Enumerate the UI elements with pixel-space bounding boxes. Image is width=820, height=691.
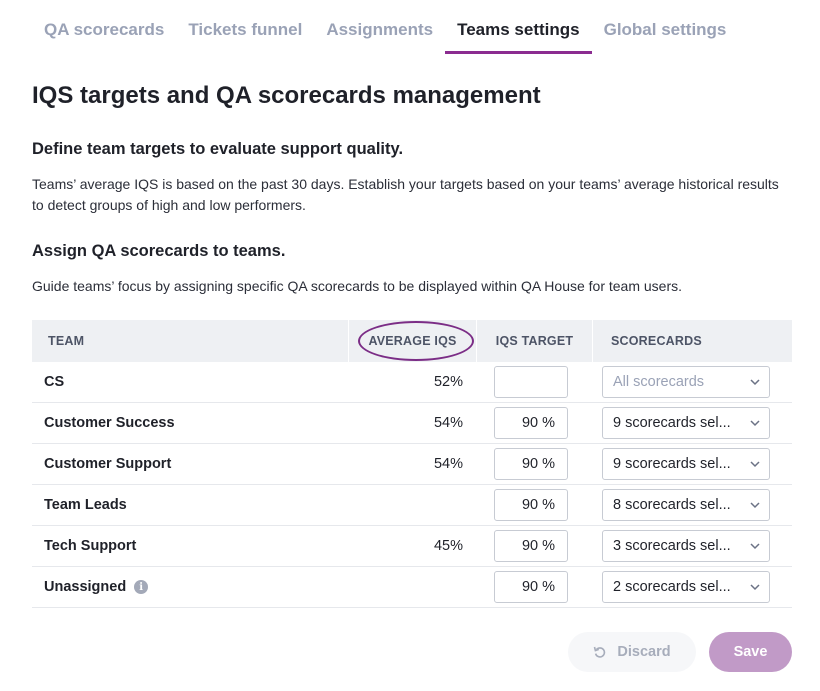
team-name: CS [44,374,65,390]
scorecards-select-value: 2 scorecards sel... [613,579,731,595]
chevron-down-icon [750,502,760,509]
team-name: Team Leads [44,497,127,513]
scorecards-select[interactable]: 2 scorecards sel... [602,571,770,603]
tab-bar: QA scorecards Tickets funnel Assignments… [32,0,738,54]
scorecards-select[interactable]: All scorecards [602,366,770,398]
teams-table: TEAM AVERAGE IQS IQS TARGET SCORECARDS C… [32,320,792,608]
table-row: Team Leads 90 % 8 scorecards sel... [32,485,792,526]
iqs-target-input[interactable]: 90 % [494,489,568,521]
page-title: IQS targets and QA scorecards management [32,82,541,109]
table-row: Customer Success 54% 90 % 9 scorecards s… [32,403,792,444]
table-row: CS 52% All scorecards [32,362,792,403]
scorecards-select-value: All scorecards [613,374,705,390]
header-team: TEAM [48,334,85,348]
iqs-target-input[interactable] [494,366,568,398]
chevron-down-icon [750,543,760,550]
chevron-down-icon [750,584,760,591]
team-name: Tech Support [44,538,137,554]
discard-label: Discard [617,644,671,660]
header-scorecards: SCORECARDS [592,320,792,362]
iqs-target-input[interactable]: 90 % [494,407,568,439]
table-row: Tech Support 45% 90 % 3 scorecards sel..… [32,526,792,567]
header-average-iqs: AVERAGE IQS [348,320,476,362]
average-iqs-value: 52% [433,374,463,390]
scorecards-select[interactable]: 3 scorecards sel... [602,530,770,562]
section-heading-targets: Define team targets to evaluate support … [32,140,404,158]
tab-tickets-funnel[interactable]: Tickets funnel [176,0,314,54]
chevron-down-icon [750,379,760,386]
chevron-down-icon [750,420,760,427]
tab-assignments[interactable]: Assignments [314,0,445,54]
chevron-down-icon [750,461,760,468]
table-header: TEAM AVERAGE IQS IQS TARGET SCORECARDS [32,320,792,362]
section-heading-scorecards: Assign QA scorecards to teams. [32,242,286,260]
average-iqs-value: 54% [433,415,463,431]
tab-qa-scorecards[interactable]: QA scorecards [32,0,176,54]
scorecards-select[interactable]: 9 scorecards sel... [602,448,770,480]
info-icon[interactable]: i [134,580,149,594]
scorecards-select-value: 3 scorecards sel... [613,538,731,554]
section-description-scorecards: Guide teams’ focus by assigning specific… [32,278,683,294]
scorecards-select[interactable]: 8 scorecards sel... [602,489,770,521]
section-description-targets: Teams’ average IQS is based on the past … [32,176,779,213]
tab-teams-settings[interactable]: Teams settings [445,0,592,54]
average-iqs-value: 54% [433,456,463,472]
iqs-target-input[interactable]: 90 % [494,571,568,603]
scorecards-select-value: 9 scorecards sel... [613,415,731,431]
average-iqs-value: 45% [433,538,463,554]
team-name: Customer Support [44,456,172,472]
header-iqs-target: IQS TARGET [476,320,592,362]
table-row: Unassigned i 90 % 2 scorecards sel... [32,567,792,608]
iqs-target-input[interactable]: 90 % [494,448,568,480]
scorecards-select-value: 8 scorecards sel... [613,497,731,513]
tab-global-settings[interactable]: Global settings [592,0,739,54]
scorecards-select[interactable]: 9 scorecards sel... [602,407,770,439]
save-button[interactable]: Save [709,632,792,672]
iqs-target-input[interactable]: 90 % [494,530,568,562]
scorecards-select-value: 9 scorecards sel... [613,456,731,472]
table-row: Customer Support 54% 90 % 9 scorecards s… [32,444,792,485]
team-name: Customer Success [44,415,175,431]
undo-icon [594,646,606,658]
team-name: Unassigned i [32,579,348,595]
discard-button[interactable]: Discard [568,632,696,672]
